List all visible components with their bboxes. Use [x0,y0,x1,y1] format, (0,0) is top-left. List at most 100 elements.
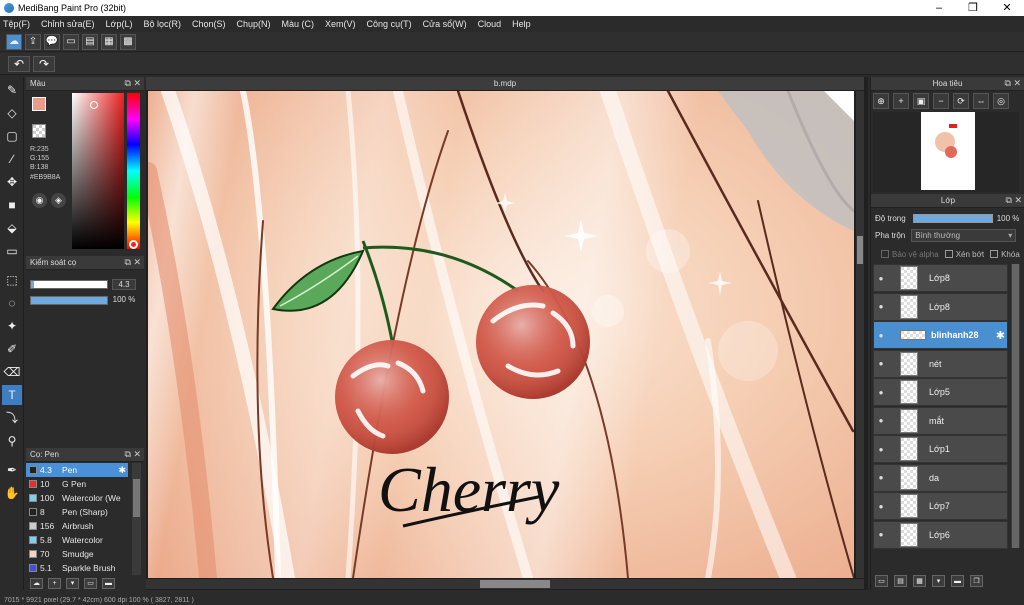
layer-item[interactable]: ● mắt [873,406,1008,435]
panel-buttons[interactable]: ⧉ ✕ [1006,195,1022,206]
page-icon[interactable]: ▤ [82,33,98,50]
cloud-brush-icon[interactable]: ☁ [30,577,43,589]
saturation-value-picker[interactable] [72,93,124,249]
clipping-checkbox[interactable] [944,250,953,258]
brush-size-slider[interactable] [30,279,108,289]
visibility-icon[interactable]: ● [874,359,888,368]
brush-item[interactable]: 100 Watercolor (We [26,491,128,505]
operation-tool-icon[interactable]: ⤵ [2,408,22,428]
visibility-icon[interactable]: ● [874,530,888,539]
layer-item[interactable]: ● Lớp1 [873,435,1008,463]
select-eraser-tool-icon[interactable]: ⌫ [2,362,22,382]
menu-layer[interactable]: Lớp(L) [106,19,133,29]
canvas-vertical-scrollbar[interactable] [856,91,864,578]
brush-list-scrollbar[interactable] [132,463,141,575]
layer-item[interactable]: ● Lớp5 [873,378,1008,406]
select-tool-icon[interactable]: ⬚ [2,270,22,290]
layer-folder-icon[interactable]: ▬ [951,575,964,587]
panel-buttons[interactable]: ⧉ ✕ [125,78,141,89]
folder-icon[interactable]: ▬ [102,577,115,589]
brush-tool-icon[interactable]: ✎ [2,80,22,100]
document-tab[interactable]: b.mdp [146,77,864,90]
foreground-color-swatch[interactable] [32,97,46,111]
rotate-icon[interactable]: ⟳ [953,93,969,109]
panel-buttons[interactable]: ⧉ ✕ [125,257,141,268]
gear-icon[interactable]: ✱ [996,329,1005,342]
flip-icon[interactable]: ⇔ [973,93,989,109]
eyedropper-tool-icon[interactable]: ⚲ [2,431,22,451]
layer-item[interactable]: ● nét [873,349,1008,378]
lock-checkbox[interactable] [990,250,999,258]
maximize-button[interactable]: ❐ [956,0,990,16]
brush-opacity-slider[interactable] [30,295,108,305]
layout-icon[interactable]: ▩ [120,33,136,50]
magic-wand-tool-icon[interactable]: ✦ [2,316,22,336]
visibility-icon[interactable]: ● [874,445,888,454]
chat-icon[interactable]: ▭ [63,33,79,50]
delete-brush-icon[interactable]: ▭ [84,577,97,589]
layer-item[interactable]: ● Lớp8 [873,264,1008,292]
layer-menu-icon[interactable]: ▾ [932,575,945,587]
text-tool-icon[interactable]: T [2,385,22,405]
visibility-icon[interactable]: ● [874,274,888,283]
gradient-tool-icon[interactable]: ▭ [2,241,22,261]
cloud-icon[interactable]: ☁ [6,33,22,50]
layer-opacity-slider[interactable] [912,213,993,223]
menu-select[interactable]: Chọn(S) [192,19,226,29]
layer-item[interactable]: ● blinhanh28 ✱ [873,321,1008,349]
minimize-button[interactable]: – [922,0,956,16]
menu-view[interactable]: Xem(V) [325,19,356,29]
undo-icon[interactable]: ↶ [8,55,30,72]
new-1bit-layer-icon[interactable]: ▦ [913,575,926,587]
select-pen-tool-icon[interactable]: ✐ [2,339,22,359]
visibility-icon[interactable]: ● [874,302,888,311]
layer-list-scrollbar[interactable] [1011,264,1020,548]
sv-picker-cursor[interactable] [90,101,98,109]
visibility-icon[interactable]: ● [874,331,888,340]
layer-item[interactable]: ● Lớp6 [873,520,1008,549]
brush-item[interactable]: 70 Smudge [26,547,128,561]
zoom-fit-icon[interactable]: ⊕ [873,93,889,109]
visibility-icon[interactable]: ● [874,388,888,397]
brush-menu-icon[interactable]: ▾ [66,577,79,589]
hue-slider[interactable] [127,93,140,249]
menu-cloud[interactable]: Cloud [478,19,502,29]
lasso-tool-icon[interactable]: ◌ [2,293,22,313]
menu-tools[interactable]: Công cụ(T) [367,19,412,29]
close-button[interactable]: ✕ [990,0,1024,16]
visibility-icon[interactable]: ● [874,416,888,425]
palette-icon[interactable]: ◉ [32,193,47,208]
zoom-in-icon[interactable]: + [893,93,909,109]
zoom-out-icon[interactable]: − [933,93,949,109]
visibility-icon[interactable]: ● [874,502,888,511]
brush-item[interactable]: 5.1 Sparkle Brush [26,561,128,575]
duplicate-layer-icon[interactable]: ❐ [970,575,983,587]
hue-slider-handle[interactable] [129,240,138,249]
layer-item[interactable]: ● da [873,463,1008,492]
pen-tool-icon[interactable]: ✒ [2,460,22,480]
bucket-tool-icon[interactable]: ⬙ [2,218,22,238]
blend-mode-select[interactable]: Bình thường [911,228,1017,242]
transparent-color-swatch[interactable] [32,124,46,138]
layer-item[interactable]: ● Lớp7 [873,492,1008,520]
canvas-horizontal-scrollbar[interactable] [146,579,864,589]
brush-item[interactable]: 8 Pen (Sharp) [26,505,128,519]
new-layer-icon[interactable]: ▭ [875,575,888,587]
brush-item[interactable]: 10 G Pen [26,477,128,491]
fit-screen-icon[interactable]: ▣ [913,93,929,109]
brush-size-value[interactable]: 4.3 [112,278,136,290]
drawing-canvas[interactable]: Cherry [148,91,854,578]
panel-buttons[interactable]: ⧉ ✕ [125,449,141,460]
layer-item[interactable]: ● Lớp8 [873,292,1008,321]
comment-icon[interactable]: 💬 [44,33,60,50]
redo-icon[interactable]: ↷ [33,55,55,72]
new-halftone-layer-icon[interactable]: ▤ [894,575,907,587]
reset-icon[interactable]: ◎ [993,93,1009,109]
brush-item[interactable]: 156 Airbrush [26,519,128,533]
rectangle-tool-icon[interactable]: ▢ [2,126,22,146]
visibility-icon[interactable]: ● [874,473,888,482]
gear-icon[interactable]: ✱ [118,465,126,476]
panel-buttons[interactable]: ⧉ ✕ [1005,78,1021,89]
upload-icon[interactable]: ⇪ [25,33,41,50]
brush-item[interactable]: 5.8 Watercolor [26,533,128,547]
